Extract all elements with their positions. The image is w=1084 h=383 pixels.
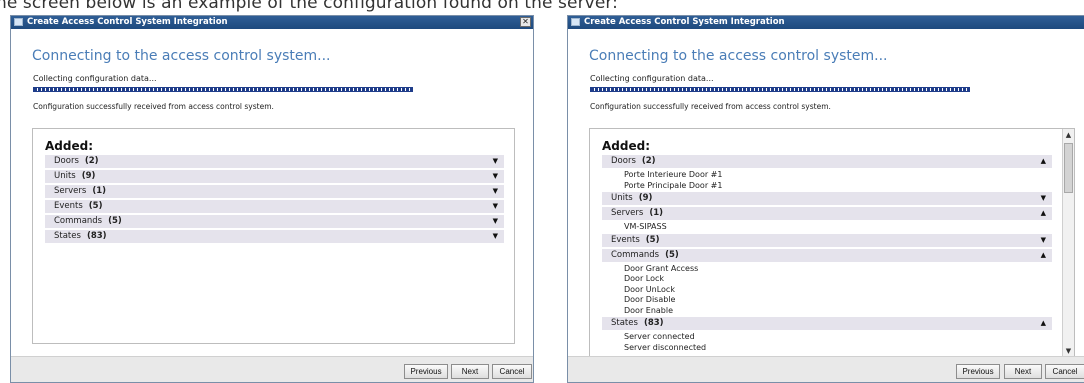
section-count: (2) <box>84 156 99 166</box>
list-item: Door Enable <box>624 305 674 315</box>
section-row-doors[interactable]: Doors (2) ▼ <box>45 155 504 168</box>
chevron-down-icon[interactable]: ▼ <box>493 155 498 168</box>
section-name: Events <box>611 234 640 245</box>
dialog-footer: Previous Next Cancel <box>11 356 533 382</box>
section-name: States <box>611 318 638 328</box>
next-button[interactable]: Next <box>451 364 489 379</box>
list-item: VM-SIPASS <box>624 222 667 231</box>
chevron-up-icon[interactable]: ▲ <box>1041 249 1046 262</box>
page-heading: Connecting to the access control system.… <box>589 48 888 64</box>
section-row-states[interactable]: States (83) ▼ <box>45 230 504 243</box>
next-button[interactable]: Next <box>1004 364 1042 379</box>
section-name: Commands <box>54 216 103 226</box>
section-name: States <box>54 231 81 241</box>
section-count: (1) <box>92 186 106 196</box>
chevron-down-icon[interactable]: ▼ <box>493 215 498 228</box>
section-name: Doors <box>54 156 79 166</box>
section-row-commands[interactable]: Commands (5) ▲ <box>602 248 1052 262</box>
section-name: Units <box>54 171 76 181</box>
progress-bar <box>33 87 413 92</box>
window-title: Create Access Control System Integration <box>27 17 228 27</box>
collecting-label: Collecting configuration data... <box>33 74 157 83</box>
list-item: Door Grant Access <box>624 263 699 273</box>
success-message: Configuration successfully received from… <box>33 102 274 111</box>
list-item: Porte Principale Door #1 <box>624 180 723 190</box>
vertical-scrollbar[interactable]: ▲ ▼ <box>1062 129 1074 357</box>
chevron-down-icon[interactable]: ▼ <box>1041 234 1046 247</box>
section-name: Servers <box>611 208 644 218</box>
list-item: Porte Interieure Door #1 <box>624 170 723 179</box>
added-panel: Added: Doors (2) ▼ Units (9) ▼ Servers (1) … <box>32 128 515 344</box>
window-icon <box>571 18 580 26</box>
page-heading: Connecting to the access control system.… <box>32 48 331 64</box>
previous-button[interactable]: Previous <box>404 364 448 379</box>
section-row-servers[interactable]: Servers (1) ▲ <box>602 207 1052 220</box>
chevron-down-icon[interactable]: ▼ <box>1041 192 1046 205</box>
section-row-doors[interactable]: Doors (2) ▲ <box>602 155 1052 168</box>
scroll-up-icon[interactable]: ▲ <box>1063 129 1074 141</box>
section-name: Servers <box>54 186 87 196</box>
section-name: Commands <box>611 249 660 260</box>
section-name: Units <box>611 193 633 203</box>
list-item: Door UnLock <box>624 284 675 294</box>
section-name: Events <box>54 201 83 211</box>
title-bar: Create Access Control System Integration <box>568 16 1084 29</box>
section-count: (5) <box>665 249 679 260</box>
section-row-events[interactable]: Events (5) ▼ <box>45 200 504 213</box>
chevron-down-icon[interactable]: ▼ <box>493 230 498 243</box>
section-count: (5) <box>645 234 660 245</box>
list-item: Server disconnected <box>624 342 707 352</box>
section-row-states[interactable]: States (83) ▲ <box>602 317 1052 330</box>
cancel-button[interactable]: Cancel <box>492 364 532 379</box>
section-count: (83) <box>86 231 107 241</box>
section-count: (9) <box>638 193 653 203</box>
window-icon <box>14 18 23 26</box>
added-panel: Added: Doors (2) ▲ Porte Interieure Door … <box>589 128 1075 358</box>
section-count: (83) <box>643 318 664 328</box>
chevron-down-icon[interactable]: ▼ <box>493 200 498 213</box>
section-row-commands[interactable]: Commands (5) ▼ <box>45 215 504 228</box>
chevron-up-icon[interactable]: ▲ <box>1041 155 1046 168</box>
list-item: Door Lock <box>624 274 665 283</box>
added-heading: Added: <box>45 139 93 153</box>
close-button[interactable]: ✕ <box>520 17 531 27</box>
progress-bar <box>590 87 970 92</box>
section-count: (1) <box>649 208 663 218</box>
section-row-events[interactable]: Events (5) ▼ <box>602 233 1052 247</box>
chevron-down-icon[interactable]: ▼ <box>493 170 498 183</box>
added-heading: Added: <box>602 139 650 153</box>
collecting-label: Collecting configuration data... <box>590 74 714 83</box>
cancel-button[interactable]: Cancel <box>1045 364 1084 379</box>
page-caption: he screen below is an example of the con… <box>0 0 619 13</box>
dialog-footer: Previous Next Cancel <box>568 356 1084 382</box>
chevron-up-icon[interactable]: ▲ <box>1041 207 1046 220</box>
window-title: Create Access Control System Integration <box>584 17 785 27</box>
title-bar: Create Access Control System Integration… <box>11 16 533 29</box>
success-message: Configuration successfully received from… <box>590 102 831 111</box>
section-row-servers[interactable]: Servers (1) ▼ <box>45 185 504 198</box>
dialog-collapsed: Create Access Control System Integration… <box>10 15 534 383</box>
section-count: (2) <box>641 156 656 166</box>
list-item: Door Disable <box>624 295 676 304</box>
section-name: Doors <box>611 156 636 166</box>
previous-button[interactable]: Previous <box>956 364 1000 379</box>
chevron-down-icon[interactable]: ▼ <box>493 185 498 198</box>
section-row-units[interactable]: Units (9) ▼ <box>45 170 504 183</box>
list-item: Server connected <box>624 332 695 341</box>
chevron-up-icon[interactable]: ▲ <box>1041 317 1046 330</box>
section-count: (5) <box>108 216 122 226</box>
section-count: (9) <box>81 171 96 181</box>
scroll-thumb[interactable] <box>1064 143 1073 193</box>
section-count: (5) <box>88 201 103 211</box>
section-row-units[interactable]: Units (9) ▼ <box>602 192 1052 205</box>
dialog-expanded: Create Access Control System Integration… <box>567 15 1084 383</box>
